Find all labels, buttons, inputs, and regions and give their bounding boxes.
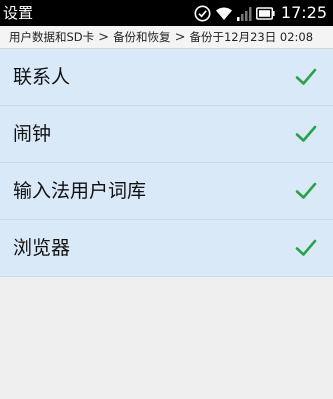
list-item-label: 联系人 — [13, 66, 71, 88]
checkmark-icon[interactable] — [295, 238, 317, 258]
signal-icon — [236, 6, 252, 21]
checkmark-icon[interactable] — [295, 67, 317, 87]
list-item-browser[interactable]: 浏览器 — [0, 220, 333, 277]
backup-item-list: 联系人 闹钟 输入法用户词库 浏览器 — [0, 49, 333, 277]
breadcrumb: 用户数据和SD卡 > 备份和恢复 > 备份于12月23日 02:08 — [0, 26, 333, 49]
breadcrumb-separator: > — [174, 29, 186, 45]
breadcrumb-item-backup-date: 备份于12月23日 02:08 — [189, 30, 314, 44]
breadcrumb-item-backup-restore[interactable]: 备份和恢复 — [113, 29, 171, 45]
checkmark-icon[interactable] — [295, 181, 317, 201]
checkmark-icon[interactable] — [295, 124, 317, 144]
list-item-contacts[interactable]: 联系人 — [0, 49, 333, 106]
list-item-ime-dictionary[interactable]: 输入法用户词库 — [0, 163, 333, 220]
status-bar: 设置 17:25 — [0, 0, 333, 26]
status-bar-title: 设置 — [3, 4, 34, 22]
list-item-alarm[interactable]: 闹钟 — [0, 106, 333, 163]
check-circle-icon — [194, 5, 211, 21]
status-icons: 17:25 — [190, 2, 327, 24]
list-item-label: 浏览器 — [13, 237, 71, 259]
list-item-label: 输入法用户词库 — [13, 180, 147, 202]
status-bar-time: 17:25 — [280, 3, 327, 22]
wifi-icon — [215, 6, 232, 20]
list-item-label: 闹钟 — [13, 123, 52, 145]
battery-icon — [255, 6, 275, 20]
breadcrumb-item-user-data[interactable]: 用户数据和SD卡 — [9, 29, 94, 45]
breadcrumb-separator: > — [98, 29, 110, 45]
